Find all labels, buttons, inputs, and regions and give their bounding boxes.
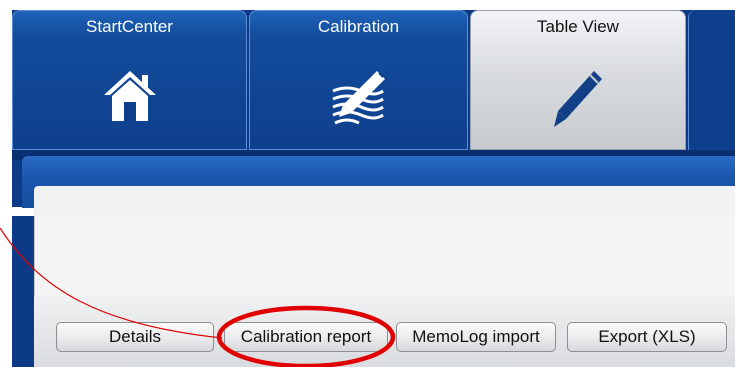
tab-startcenter-label: StartCenter [86, 17, 173, 36]
calibration-report-button[interactable]: Calibration report [224, 322, 388, 352]
home-icon [103, 71, 156, 121]
export-xls-button[interactable]: Export (XLS) [567, 322, 727, 352]
table-area [34, 216, 735, 296]
calibration-pen-icon [331, 71, 385, 125]
tab-calibration[interactable]: Calibration [249, 10, 468, 150]
content-area-top [34, 186, 735, 216]
tab-table-view-label: Table View [537, 17, 619, 36]
tab-table-view[interactable]: Table View [470, 10, 686, 150]
tab-startcenter[interactable]: StartCenter [12, 10, 247, 150]
details-button[interactable]: Details [56, 322, 214, 352]
memolog-import-button[interactable]: MemoLog import [396, 322, 556, 352]
pen-icon [554, 71, 602, 127]
tab-calibration-label: Calibration [317, 17, 400, 36]
tab-overflow [688, 10, 735, 150]
